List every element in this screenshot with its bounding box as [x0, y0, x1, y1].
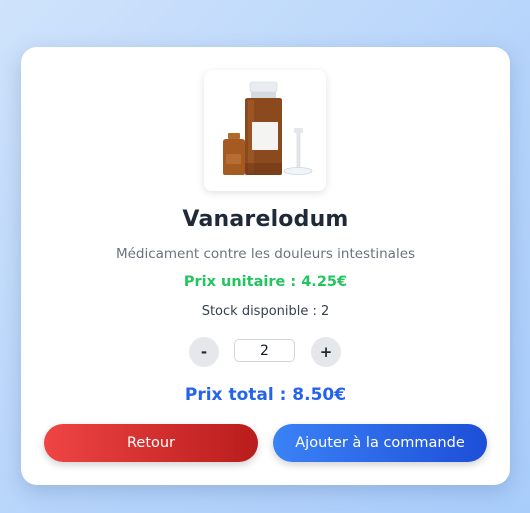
product-image: [204, 70, 326, 191]
back-button[interactable]: Retour: [44, 424, 258, 462]
decrement-button[interactable]: -: [189, 337, 219, 367]
add-to-order-button[interactable]: Ajouter à la commande: [273, 424, 487, 462]
total-price: Prix total : 8.50€: [184, 385, 347, 405]
quantity-stepper: - +: [21, 337, 510, 367]
quantity-input[interactable]: [234, 339, 295, 362]
increment-button[interactable]: +: [311, 337, 341, 367]
medicine-bottles-icon: [223, 81, 313, 175]
product-name: Vanarelodum: [182, 207, 349, 232]
product-card: Vanarelodum Médicament contre les douleu…: [21, 47, 510, 485]
stock-available: Stock disponible : 2: [201, 304, 330, 319]
unit-price: Prix unitaire : 4.25€: [183, 274, 348, 290]
product-description: Médicament contre les douleurs intestina…: [115, 246, 416, 262]
